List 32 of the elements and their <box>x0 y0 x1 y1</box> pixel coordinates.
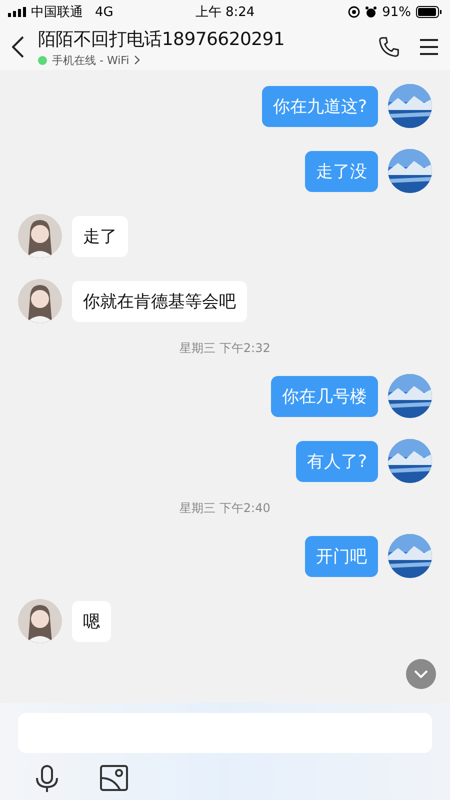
avatar-icon <box>18 599 62 643</box>
back-icon[interactable] <box>12 36 24 58</box>
message-bubble: 你就在肯德基等会吧 <box>72 280 247 322</box>
chevron-right-icon[interactable] <box>134 55 140 65</box>
message-bubble: 走了没 <box>305 150 378 192</box>
chevron-down-icon <box>414 670 428 678</box>
message-bubble: 走了 <box>72 216 128 256</box>
message-bubble: 你在九道这? <box>262 86 378 126</box>
clock-time: 上午 8:24 <box>195 4 255 21</box>
battery-icon <box>416 6 442 18</box>
message-bubble: 嗯 <box>72 600 111 642</box>
carrier-name: 中国联通 <box>31 4 83 21</box>
menu-icon[interactable] <box>420 39 438 55</box>
chat-title: 陌陌不回打电话18976620291 <box>38 28 286 50</box>
message-input[interactable] <box>18 713 432 753</box>
signal-icon <box>8 7 26 17</box>
scroll-down-button[interactable] <box>406 659 436 689</box>
alarm-icon <box>365 6 378 18</box>
phone-icon[interactable] <box>378 36 400 58</box>
rotation-lock-icon <box>348 6 360 18</box>
battery-percent: 91% <box>382 4 411 20</box>
message-time: 星期三 下午2:32 <box>180 340 270 357</box>
message-bubble: 有人了? <box>296 440 378 482</box>
online-status[interactable]: 手机在线 - WiFi <box>52 52 130 68</box>
message-time: 星期三 下午2:40 <box>180 500 270 517</box>
network-type: 4G <box>95 4 114 20</box>
message-bubble: 你在几号楼 <box>271 376 378 416</box>
image-icon[interactable] <box>100 765 128 791</box>
avatar-icon <box>18 279 62 323</box>
avatar-icon <box>18 214 62 258</box>
message-bubble: 开门吧 <box>305 536 378 576</box>
microphone-icon[interactable] <box>34 765 60 793</box>
